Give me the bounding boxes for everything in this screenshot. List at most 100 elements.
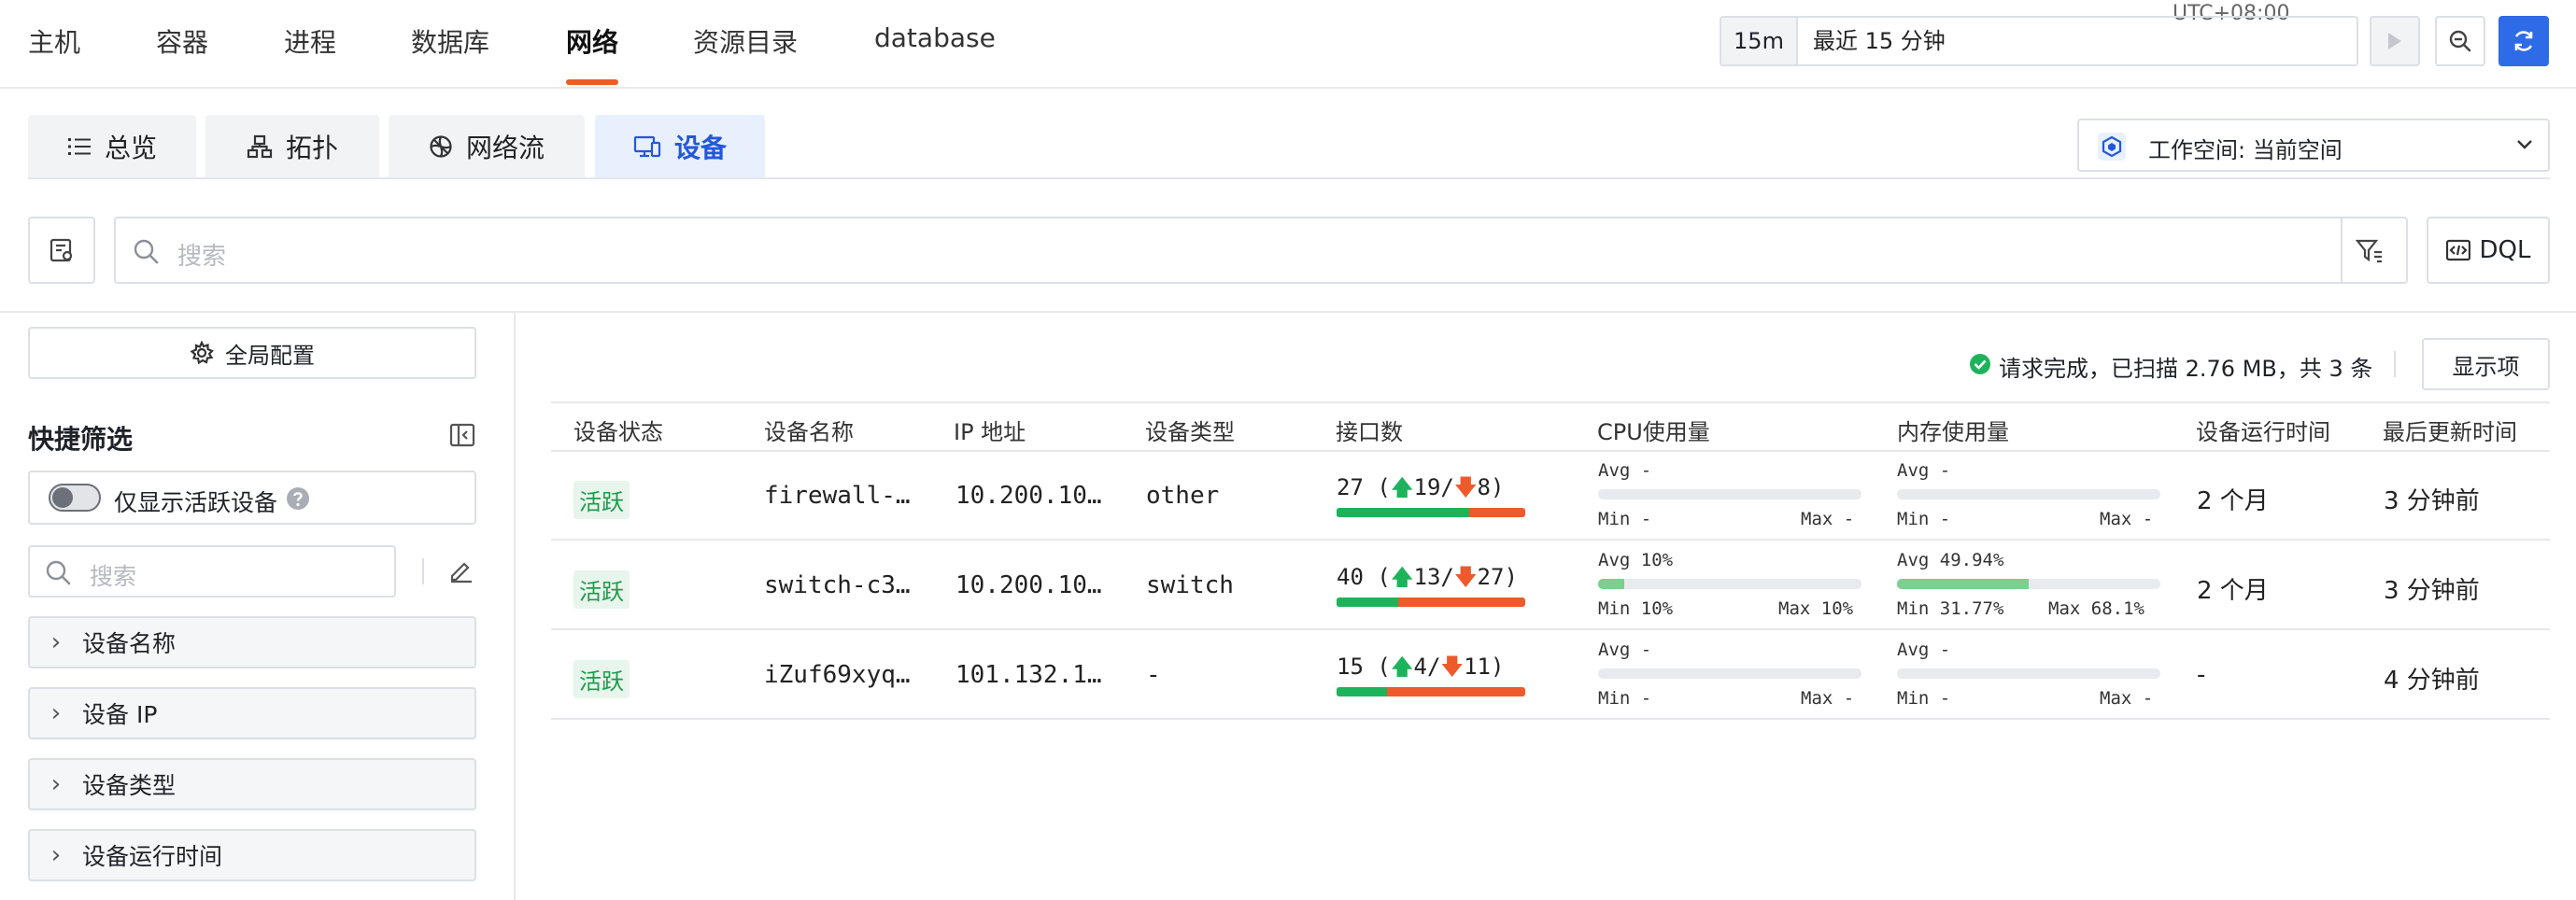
- status-badge: 活跃: [573, 660, 630, 698]
- interface-status-bar: [1337, 598, 1525, 607]
- nav-item-database[interactable]: database: [874, 22, 996, 53]
- device-type-cell: switch: [1146, 571, 1234, 599]
- facet-device-name[interactable]: › 设备名称: [28, 616, 476, 668]
- nav-item-host[interactable]: 主机: [28, 22, 80, 60]
- cpu-usage-fill: [1598, 579, 1625, 589]
- code-icon: [2445, 239, 2470, 261]
- quick-filter-title: 快捷筛选: [28, 424, 134, 455]
- updated-cell: 4 分钟前: [2384, 667, 2480, 695]
- status-text: 请求完成，已扫描 2.76 MB，共 3 条: [1999, 356, 2373, 382]
- mem-usage-bar: [1897, 579, 2160, 589]
- switch-knob: [52, 487, 73, 508]
- edit-icon[interactable]: [448, 557, 474, 584]
- facet-device-uptime[interactable]: › 设备运行时间: [28, 829, 476, 881]
- mem-avg: Avg -: [1897, 640, 1951, 660]
- nav-item-container[interactable]: 容器: [156, 22, 208, 60]
- device-name-cell[interactable]: switch-c3…: [764, 571, 911, 599]
- play-icon: [2385, 31, 2404, 51]
- device-name-cell[interactable]: iZuf69xyq…: [764, 661, 911, 689]
- facet-label: 设备名称: [82, 630, 177, 657]
- tab-overview[interactable]: 总览: [28, 115, 196, 177]
- document-list-icon: [49, 237, 75, 263]
- time-range-picker[interactable]: 15m 最近 15 分钟: [1720, 16, 2358, 66]
- topology-icon: [247, 134, 273, 159]
- collapse-sidebar-icon[interactable]: [449, 423, 475, 447]
- tab-device[interactable]: 设备: [595, 115, 765, 177]
- play-button[interactable]: [2370, 16, 2420, 66]
- updated-cell: 3 分钟前: [2384, 487, 2480, 515]
- active-only-label: 仅显示活跃设备: [114, 489, 278, 516]
- col-header-ip[interactable]: IP 地址: [954, 414, 1026, 446]
- nav-item-network[interactable]: 网络: [566, 22, 618, 60]
- active-only-switch[interactable]: [49, 484, 101, 512]
- interface-status-bar: [1337, 687, 1525, 696]
- refresh-button[interactable]: [2498, 16, 2549, 66]
- col-header-name[interactable]: 设备名称: [764, 414, 854, 446]
- dql-label: DQL: [2479, 236, 2531, 264]
- help-icon[interactable]: [286, 486, 310, 511]
- facet-device-ip[interactable]: › 设备 IP: [28, 687, 476, 739]
- time-range-short[interactable]: 15m: [1721, 18, 1798, 64]
- mem-usage-bar: [1897, 489, 2160, 499]
- mem-usage-bar: [1897, 668, 2160, 679]
- cpu-max: Max 10%: [1778, 598, 1854, 619]
- cpu-max: Max -: [1801, 509, 1855, 529]
- tab-network-flow-label: 网络流: [465, 132, 545, 163]
- list-icon: [67, 135, 92, 158]
- facet-device-type[interactable]: › 设备类型: [28, 758, 476, 810]
- workspace-selector[interactable]: 工作空间: 当前空间: [2077, 119, 2550, 172]
- global-config-button[interactable]: 全局配置: [28, 327, 476, 379]
- filter-icon[interactable]: [2356, 237, 2384, 263]
- gear-icon: [190, 341, 214, 365]
- zoom-out-button[interactable]: [2435, 16, 2485, 66]
- cpu-min: Min 10%: [1598, 598, 1674, 619]
- tab-overview-label: 总览: [104, 132, 157, 163]
- mem-avg: Avg 49.94%: [1897, 550, 2004, 570]
- tab-divider: [28, 177, 2550, 179]
- col-header-cpu[interactable]: CPU使用量: [1597, 414, 1710, 446]
- col-header-status[interactable]: 设备状态: [573, 414, 663, 446]
- time-range-text[interactable]: 最近 15 分钟: [1813, 18, 1946, 64]
- chevron-right-icon: ›: [50, 770, 62, 798]
- uptime-cell: 2 个月: [2197, 577, 2269, 605]
- global-config-label: 全局配置: [225, 342, 315, 369]
- cpu-usage-bar: [1598, 489, 1861, 499]
- facet-label: 设备运行时间: [82, 843, 223, 870]
- saved-view-button[interactable]: [28, 217, 95, 284]
- cpu-avg: Avg -: [1598, 460, 1652, 481]
- col-header-type[interactable]: 设备类型: [1145, 414, 1235, 446]
- search-placeholder: 搜索: [177, 243, 227, 271]
- success-icon: [1969, 353, 1991, 375]
- status-badge: 活跃: [573, 570, 630, 609]
- interface-status-bar: [1337, 508, 1525, 517]
- interface-count: 40 (🡅13/🡇27): [1337, 564, 1518, 590]
- zoom-out-icon: [2448, 29, 2472, 53]
- cpu-avg: Avg 10%: [1598, 550, 1674, 570]
- col-header-uptime[interactable]: 设备运行时间: [2196, 414, 2330, 446]
- search-input[interactable]: 搜索: [114, 217, 2408, 284]
- mem-min: Min -: [1897, 688, 1951, 709]
- tab-network-flow[interactable]: 网络流: [389, 115, 585, 177]
- uptime-cell: -: [2197, 661, 2206, 689]
- nav-item-resource-catalog[interactable]: 资源目录: [693, 22, 798, 60]
- col-header-updated[interactable]: 最后更新时间: [2383, 414, 2517, 446]
- cpu-avg: Avg -: [1598, 640, 1652, 660]
- interface-up-fill: [1337, 598, 1398, 607]
- device-type-cell: other: [1146, 482, 1220, 510]
- facet-label: 设备类型: [82, 772, 177, 799]
- table-top-border: [551, 401, 2550, 403]
- dql-button[interactable]: DQL: [2427, 217, 2550, 284]
- display-columns-button[interactable]: 显示项: [2422, 338, 2550, 390]
- chevron-right-icon: ›: [50, 699, 62, 727]
- refresh-icon: [2512, 29, 2536, 53]
- nav-item-database-cn[interactable]: 数据库: [411, 22, 489, 60]
- tab-topology[interactable]: 拓扑: [205, 115, 379, 177]
- nav-item-process[interactable]: 进程: [284, 22, 336, 60]
- facet-search-input[interactable]: 搜索: [28, 545, 396, 598]
- updated-cell: 3 分钟前: [2384, 577, 2480, 605]
- workspace-icon: [2098, 133, 2126, 161]
- col-header-memory[interactable]: 内存使用量: [1897, 414, 2009, 446]
- device-name-cell[interactable]: firewall-…: [764, 482, 911, 510]
- mem-usage-fill: [1897, 579, 2029, 589]
- col-header-interfaces[interactable]: 接口数: [1336, 414, 1403, 446]
